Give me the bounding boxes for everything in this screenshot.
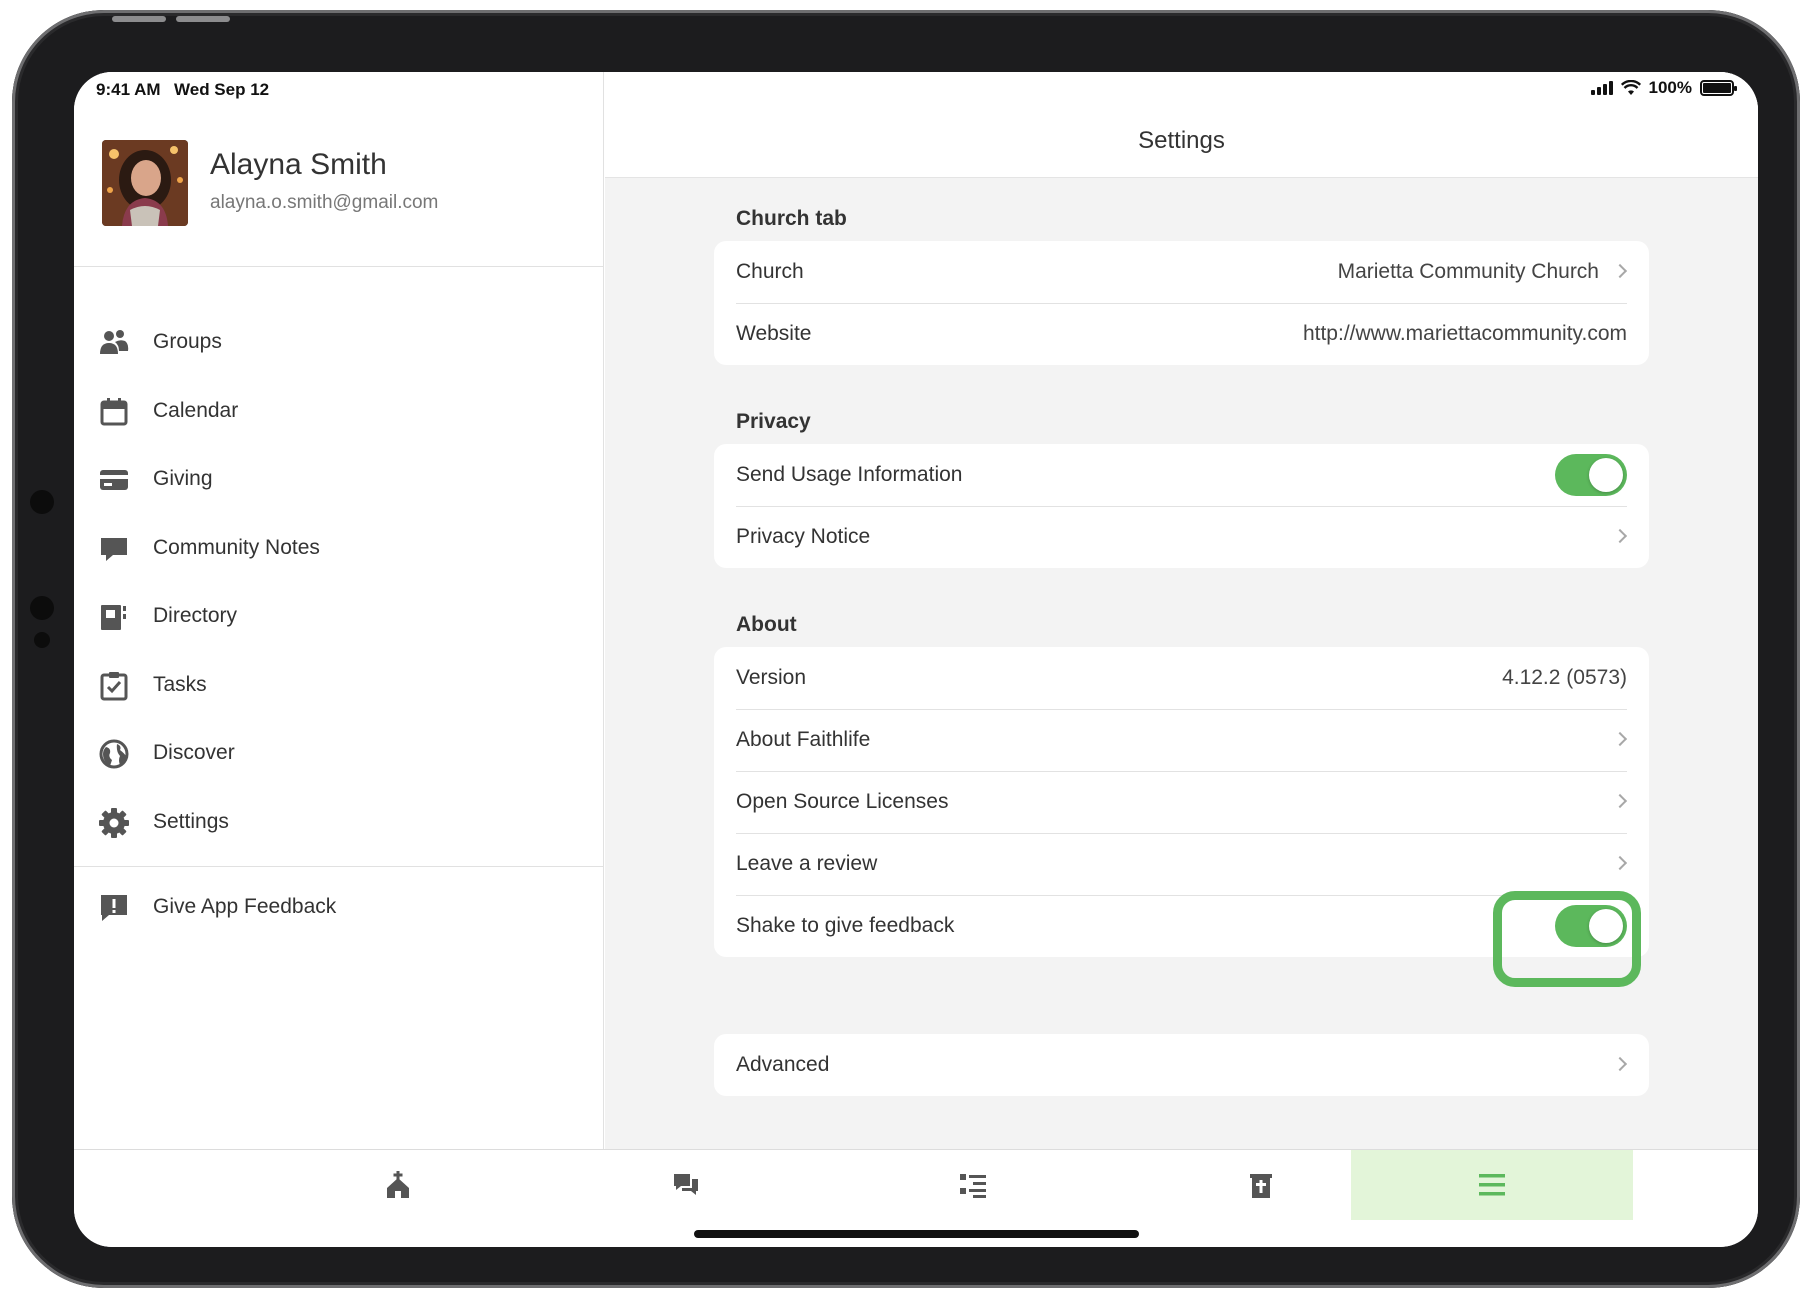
sidebar-item-label: Calendar [153,399,239,422]
volume-button [112,16,166,22]
device-frame: 9:41 AM Wed Sep 12 100% Alayna Smith ala… [12,10,1800,1288]
section-header-privacy: Privacy [736,410,811,433]
screen: 9:41 AM Wed Sep 12 100% Alayna Smith ala… [74,72,1758,1247]
sidebar-item-directory[interactable]: Directory [74,581,603,651]
tab-tasks[interactable] [832,1150,1114,1220]
privacy-notice-row[interactable]: Privacy Notice [714,506,1649,568]
send-usage-label: Send Usage Information [736,463,963,486]
home-indicator [694,1230,1139,1238]
battery-percent: 100% [1648,78,1692,97]
about-faithlife-row[interactable]: About Faithlife [714,709,1649,771]
shake-feedback-label: Shake to give feedback [736,914,955,937]
chevron-right-icon [1612,731,1628,747]
profile-email: alayna.o.smith@gmail.com [210,192,439,213]
globe-icon [99,739,129,769]
sidebar-item-label: Give App Feedback [153,895,337,918]
camera-dot [30,490,54,514]
chevron-right-icon [1612,528,1628,544]
leave-review-row[interactable]: Leave a review [714,833,1649,895]
version-value: 4.12.2 (0573) [1502,666,1627,689]
directory-icon [101,605,126,630]
profile-name: Alayna Smith [210,148,387,181]
leave-review-label: Leave a review [736,852,878,875]
cellular-signal-icon [1590,81,1613,95]
menu-icon [1479,1174,1505,1196]
sidebar-item-giving[interactable]: Giving [74,444,603,514]
shake-feedback-row: Shake to give feedback [714,891,1649,987]
sidebar-item-community-notes[interactable]: Community Notes [74,513,603,583]
sidebar-item-label: Giving [153,467,213,490]
feedback-icon [101,895,127,921]
chat-icon [674,1174,698,1195]
church-label: Church [736,260,804,283]
wifi-icon [1620,80,1641,95]
calendar-icon [100,398,128,426]
chevron-right-icon [1612,855,1628,871]
church-value: Marietta Community Church [1337,260,1599,283]
sidebar-item-label: Community Notes [153,536,320,559]
groups-icon [100,330,129,354]
sidebar-item-discover[interactable]: Discover [74,718,603,788]
about-group: Version 4.12.2 (0573) About Faithlife Op… [714,647,1649,987]
sidebar-item-settings[interactable]: Settings [74,787,603,857]
website-value[interactable]: http://www.mariettacommunity.com [1303,322,1627,346]
privacy-group: Send Usage Information Privacy Notice [714,444,1649,568]
credit-card-icon [100,470,128,490]
highlight-callout [1493,891,1641,987]
battery-icon [1700,80,1737,96]
camera-dot [34,632,50,648]
version-label: Version [736,666,807,689]
sidebar-item-calendar[interactable]: Calendar [74,376,603,446]
advanced-group: Advanced [714,1034,1649,1096]
sidebar-item-tasks[interactable]: Tasks [74,650,603,720]
send-usage-row: Send Usage Information [714,444,1649,506]
church-row[interactable]: Church Marietta Community Church [714,241,1649,303]
avatar [102,140,188,226]
privacy-notice-label: Privacy Notice [736,525,871,548]
version-row: Version 4.12.2 (0573) [714,647,1649,709]
gear-icon [99,808,129,838]
section-header-church-tab: Church tab [736,207,847,230]
about-faithlife-label: About Faithlife [736,728,871,751]
status-time: 9:41 AM [96,80,161,99]
status-bar: 9:41 AM Wed Sep 12 100% [74,72,1758,106]
chevron-right-icon [1612,263,1628,279]
tab-church[interactable] [257,1150,539,1220]
shake-feedback-toggle[interactable] [1493,891,1641,987]
camera-dot [30,596,54,620]
open-source-licenses-label: Open Source Licenses [736,790,949,813]
bible-icon [1250,1174,1272,1198]
clipboard-check-icon [100,672,128,701]
open-source-licenses-row[interactable]: Open Source Licenses [714,771,1649,833]
volume-button [176,16,230,22]
section-header-about: About [736,613,797,636]
comment-icon [101,538,127,561]
tab-messages[interactable] [545,1150,827,1220]
list-icon [960,1174,986,1198]
page-title: Settings [1138,127,1225,154]
sidebar-item-give-app-feedback[interactable]: Give App Feedback [74,872,603,942]
status-date: Wed Sep 12 [174,80,270,99]
website-label: Website [736,322,812,345]
tab-menu[interactable] [1351,1150,1633,1220]
sidebar-item-groups[interactable]: Groups [74,307,603,377]
chevron-right-icon [1612,793,1628,809]
website-row[interactable]: Website http://www.mariettacommunity.com [714,303,1649,365]
advanced-row[interactable]: Advanced [714,1034,1649,1096]
sidebar-item-label: Tasks [153,673,207,696]
sidebar-divider [74,866,603,867]
sidebar-item-label: Directory [153,604,238,627]
send-usage-toggle[interactable] [1555,454,1627,496]
settings-panel: Settings Church tab Church Marietta Comm… [605,72,1758,1149]
chevron-right-icon [1612,1056,1628,1072]
sidebar-item-label: Discover [153,741,235,764]
church-tab-group: Church Marietta Community Church Website… [714,241,1649,365]
sidebar-item-label: Groups [153,330,222,353]
advanced-label: Advanced [736,1053,830,1076]
sidebar: Alayna Smith alayna.o.smith@gmail.com Gr… [74,72,604,1149]
sidebar-item-label: Settings [153,810,229,833]
church-icon [387,1171,409,1198]
